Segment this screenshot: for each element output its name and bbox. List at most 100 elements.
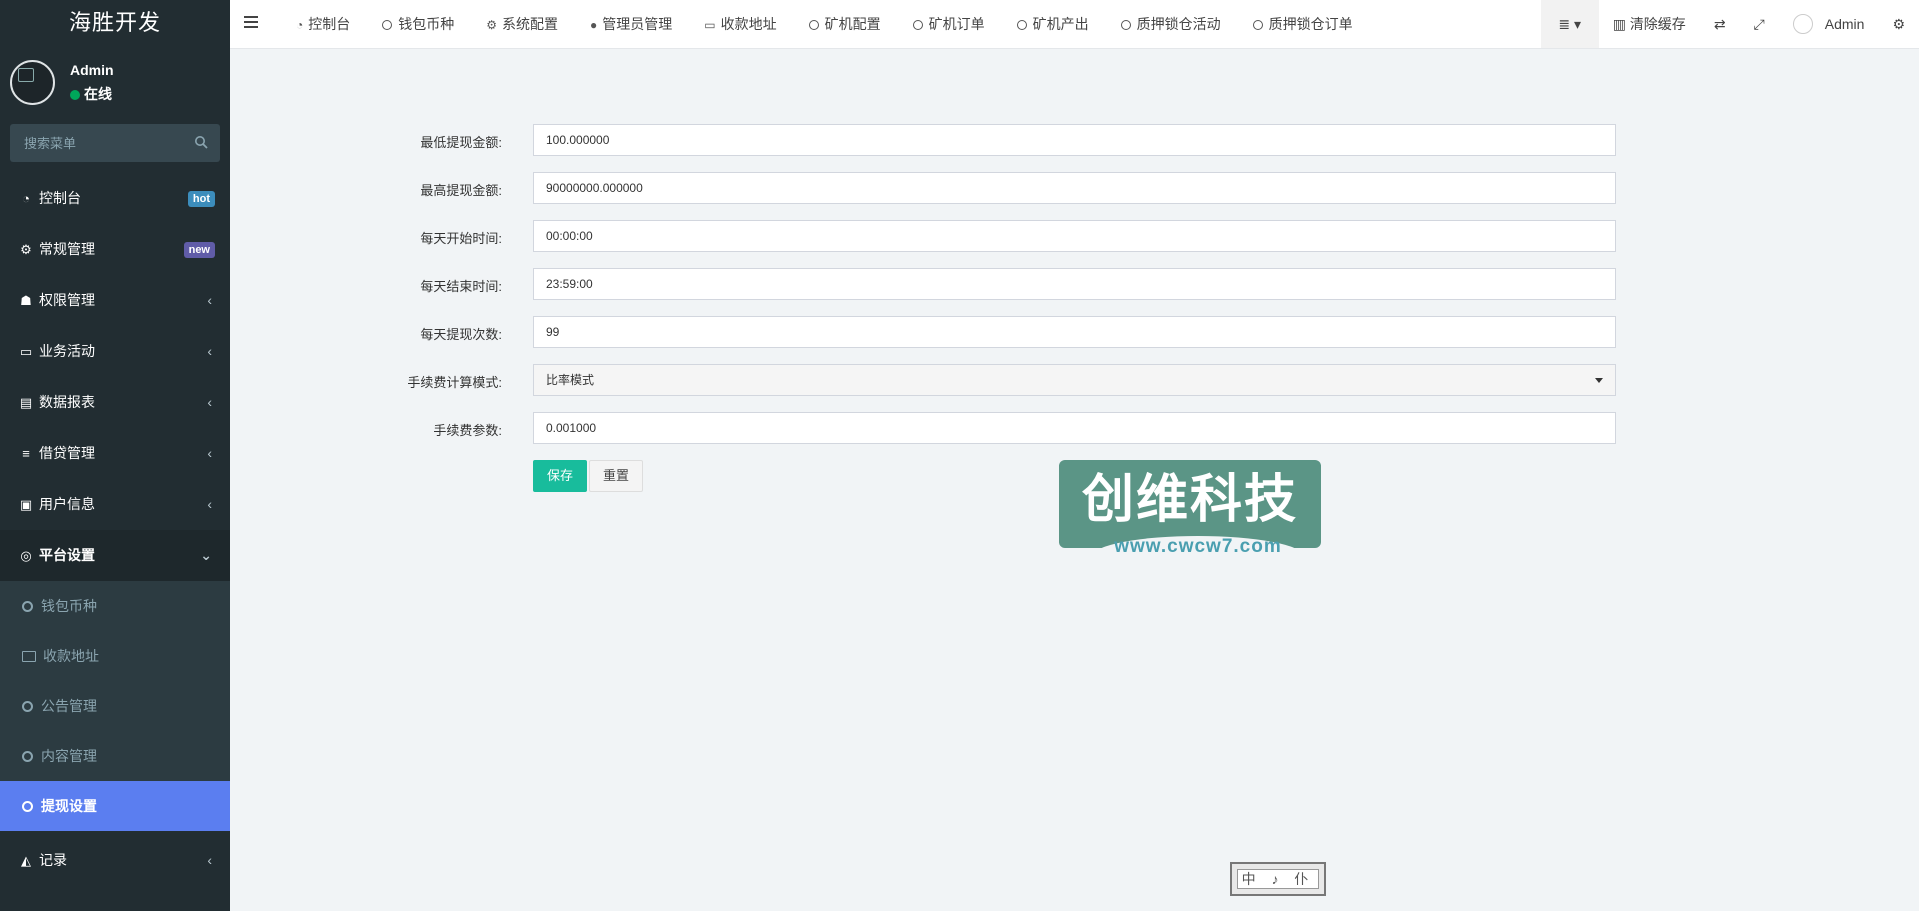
circle-icon [808, 20, 819, 30]
sidebar-item-platform[interactable]: ◎ 平台设置 ⌄ [0, 530, 230, 581]
app-logo[interactable]: 海胜开发 [0, 0, 230, 48]
submenu-item-label: 提现设置 [41, 798, 97, 814]
sidebar-menu: ◔ 控制台 hot ⚙ 常规管理 new ☗ 权限管理 ‹ ▭ 业务活动 ‹ ▤ 数据报表… [0, 173, 230, 886]
circle-icon [912, 20, 923, 30]
field-label: 手续费计算模式: [407, 375, 502, 390]
form-row-end-time: 每天结束时间: 23:59:00 [230, 268, 1616, 300]
tab-wallet-coins[interactable]: 钱包币种 [366, 0, 470, 48]
field-label: 最高提现金额: [420, 183, 502, 198]
daily-withdraw-count-field[interactable]: 99 [533, 316, 1616, 348]
circle-icon [22, 601, 33, 612]
navbar-right: ≣ ▾ ▥ 清除缓存 ⇄ ⤢ Admin ⚙ [1540, 0, 1919, 48]
submenu-item-label: 收款地址 [43, 648, 99, 664]
tab-label: 质押锁仓订单 [1268, 16, 1353, 32]
area-chart-icon: ◭ [21, 853, 31, 868]
circle-icon [382, 20, 393, 30]
circle-icon [1016, 20, 1027, 30]
tab-miner-output[interactable]: 矿机产出 [1001, 0, 1105, 48]
sidebar-item-loans[interactable]: ≡ 借贷管理 ‹ [0, 428, 230, 479]
file-icon: ▤ [19, 395, 33, 410]
sidebar-item-general[interactable]: ⚙ 常规管理 new [0, 224, 230, 275]
menu-toggle-icon[interactable] [244, 16, 258, 30]
submenu-item-wallet-coins[interactable]: 钱包币种 [0, 581, 230, 631]
submenu-item-label: 内容管理 [41, 748, 97, 764]
form-row-fee-param: 手续费参数: 0.001000 [230, 412, 1616, 444]
tab-label: 质押锁仓活动 [1136, 16, 1221, 32]
dashboard-icon: ◔ [22, 191, 30, 206]
user-status-text: 在线 [84, 86, 112, 102]
sidebar-item-label: 平台设置 [39, 547, 95, 563]
user-menu[interactable]: Admin [1779, 0, 1879, 48]
sidebar-item-label: 控制台 [39, 190, 81, 206]
search-input[interactable] [10, 124, 180, 162]
circle-icon [22, 801, 33, 812]
tab-staking-orders[interactable]: 质押锁仓订单 [1237, 0, 1369, 48]
sidebar-item-label: 借贷管理 [39, 445, 95, 461]
circle-icon [1120, 20, 1131, 30]
fee-parameter-field[interactable]: 0.001000 [533, 412, 1616, 444]
address-book-icon: ▣ [19, 497, 33, 512]
translate-button[interactable]: ⇄ [1700, 0, 1740, 48]
list-icon: ≡ [22, 446, 30, 461]
clear-cache-button[interactable]: ▥ 清除缓存 [1599, 0, 1700, 48]
daily-end-time-field[interactable]: 23:59:00 [533, 268, 1616, 300]
submenu-item-content[interactable]: 内容管理 [0, 731, 230, 781]
save-button[interactable]: 保存 [533, 460, 588, 492]
fee-mode-select[interactable]: 比率模式 [533, 364, 1616, 396]
caret-down-icon [1595, 378, 1603, 383]
list-icon: ≣ [1558, 16, 1571, 32]
reset-button[interactable]: 重置 [589, 460, 644, 492]
fullscreen-button[interactable]: ⤢ [1740, 0, 1779, 48]
sidebar-item-dashboard[interactable]: ◔ 控制台 hot [0, 173, 230, 224]
avatar [1792, 14, 1813, 34]
watermark-url: www.cwcw7.com [1093, 536, 1303, 558]
tab-label: 矿机产出 [1032, 16, 1089, 32]
id-card-icon: ▭ [19, 344, 33, 359]
submenu-item-label: 公告管理 [41, 698, 97, 714]
submenu-item-announcements[interactable]: 公告管理 [0, 681, 230, 731]
platform-submenu: 钱包币种 收款地址 公告管理 内容管理 提现设置 [0, 581, 230, 831]
submenu-item-label: 钱包币种 [41, 598, 97, 614]
tab-staking-activity[interactable]: 质押锁仓活动 [1105, 0, 1237, 48]
sidebar-item-label: 数据报表 [39, 394, 95, 410]
tab-admin-management[interactable]: ● 管理员管理 [574, 0, 688, 48]
field-label: 每天提现次数: [420, 327, 502, 342]
submenu-item-withdraw-settings[interactable]: 提现设置 [0, 781, 230, 831]
tabs-dropdown-button[interactable]: ≣ ▾ [1540, 0, 1599, 48]
daily-start-time-field[interactable]: 00:00:00 [533, 220, 1616, 252]
sidebar-item-business[interactable]: ▭ 业务活动 ‹ [0, 326, 230, 377]
submenu-item-receiving-address[interactable]: 收款地址 [0, 631, 230, 681]
tab-label: 管理员管理 [602, 16, 673, 32]
form-row-min-amount: 最低提现金额: 100.000000 [230, 124, 1616, 156]
tab-miner-orders[interactable]: 矿机订单 [897, 0, 1001, 48]
sidebar-item-users[interactable]: ▣ 用户信息 ‹ [0, 479, 230, 530]
cog-icon: ⚙ [486, 18, 498, 32]
watermark-text: 创维科技 [1081, 470, 1298, 530]
online-dot-icon [70, 90, 80, 100]
tab-receiving-address[interactable]: ▭ 收款地址 [688, 0, 792, 48]
field-label: 手续费参数: [433, 423, 502, 438]
tab-label: 钱包币种 [398, 16, 455, 32]
stamp-text: 中 ♪ 仆 [1237, 869, 1319, 889]
bottom-stamp-widget[interactable]: 中 ♪ 仆 [1230, 862, 1326, 896]
trash-icon: ▥ [1612, 16, 1626, 32]
field-label: 每天开始时间: [420, 231, 502, 246]
max-withdraw-amount-field[interactable]: 90000000.000000 [533, 172, 1616, 204]
tab-label: 矿机订单 [928, 16, 985, 32]
min-withdraw-amount-field[interactable]: 100.000000 [533, 124, 1616, 156]
nav-tabs: ◔ 控制台 钱包币种 ⚙ 系统配置 ● 管理员管理 ▭ 收款地址 矿机配置 矿机订单 矿… [280, 0, 1369, 48]
clear-cache-label: 清除缓存 [1629, 16, 1686, 32]
sidebar-item-reports[interactable]: ▤ 数据报表 ‹ [0, 377, 230, 428]
sidebar-item-auth[interactable]: ☗ 权限管理 ‹ [0, 275, 230, 326]
main-content: 最低提现金额: 100.000000 最高提现金额: 90000000.0000… [230, 49, 1919, 911]
user-icon: ● [590, 18, 598, 32]
tab-dashboard[interactable]: ◔ 控制台 [280, 0, 366, 48]
sidebar-item-records[interactable]: ◭ 记录 ‹ [0, 835, 230, 886]
tab-system-config[interactable]: ⚙ 系统配置 [470, 0, 574, 48]
cogs-icon: ⚙ [20, 242, 32, 257]
chevron-down-icon: ⌄ [200, 547, 212, 563]
tab-miner-config[interactable]: 矿机配置 [793, 0, 897, 48]
tab-label: 系统配置 [502, 16, 559, 32]
top-navbar: ◔ 控制台 钱包币种 ⚙ 系统配置 ● 管理员管理 ▭ 收款地址 矿机配置 矿机订单 矿… [230, 0, 1919, 49]
settings-button[interactable]: ⚙ [1878, 0, 1919, 48]
